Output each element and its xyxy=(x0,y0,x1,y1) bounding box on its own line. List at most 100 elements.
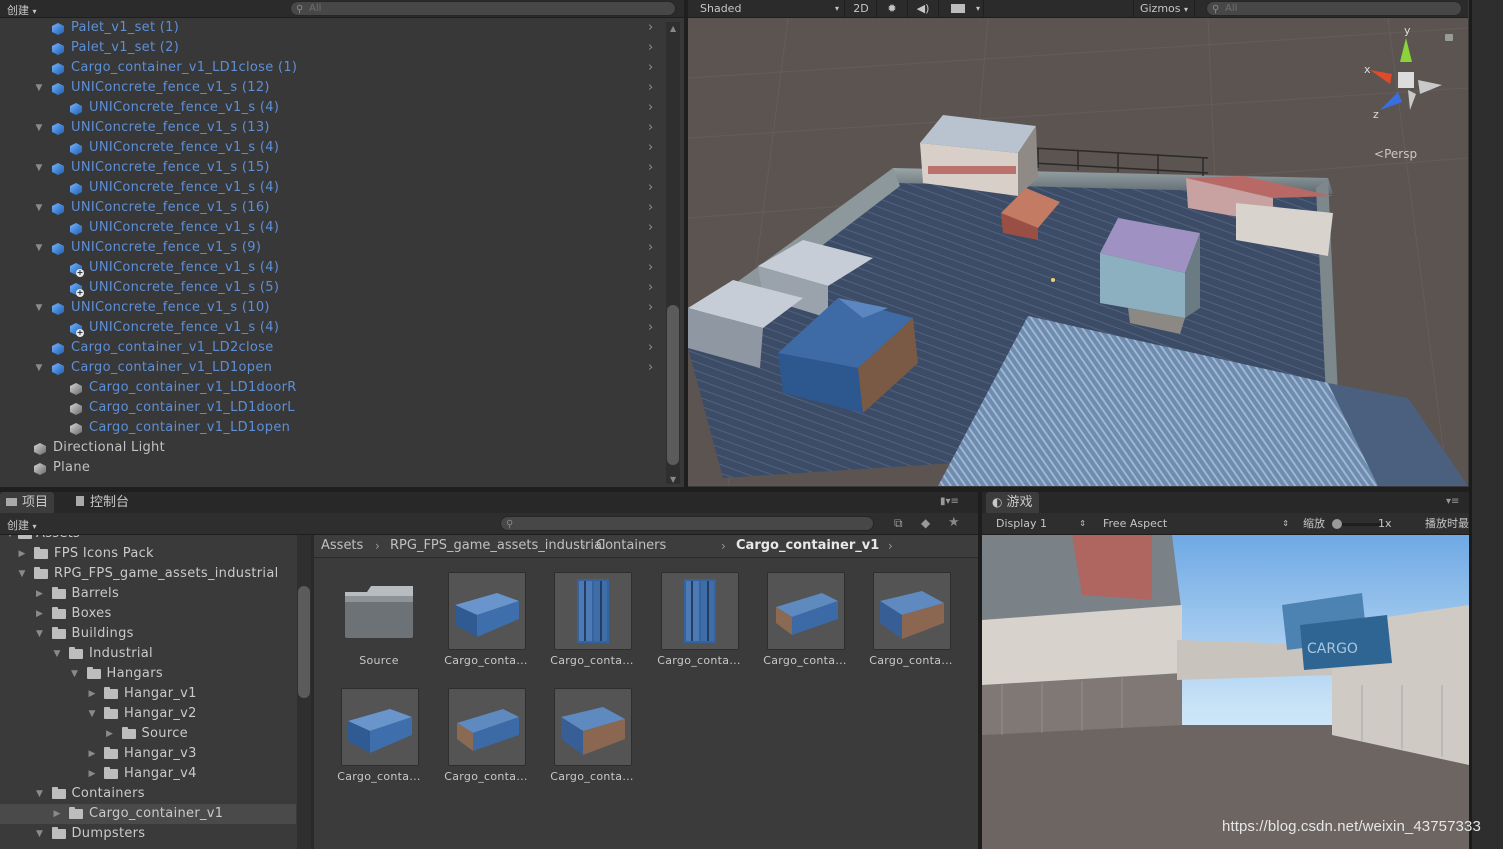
tree-row[interactable]: ▼ Buildings xyxy=(0,624,296,644)
fold-arrow-icon[interactable]: ▶ xyxy=(34,604,46,624)
fold-arrow-icon[interactable]: ▶ xyxy=(86,764,98,784)
scene-lighting-toggle[interactable]: ✹ xyxy=(877,0,908,17)
fold-arrow-icon[interactable]: ▼ xyxy=(34,784,46,804)
breadcrumb-item[interactable]: Containers xyxy=(596,535,666,557)
open-prefab-chevron-icon[interactable]: › xyxy=(648,58,653,78)
fold-arrow-icon[interactable]: ▼ xyxy=(51,644,63,664)
tab-game[interactable]: ◐ 游戏 xyxy=(986,492,1039,513)
open-prefab-chevron-icon[interactable]: › xyxy=(648,338,653,358)
asset-item[interactable]: Cargo_conta... xyxy=(527,674,633,783)
fold-arrow-icon[interactable]: ▶ xyxy=(86,684,98,704)
asset-item[interactable]: Cargo_conta... xyxy=(527,558,633,667)
open-prefab-chevron-icon[interactable]: › xyxy=(648,178,653,198)
hierarchy-create-dropdown[interactable]: 创建 ▾ xyxy=(7,2,37,18)
filter-by-type-icon[interactable]: ⧉ xyxy=(894,516,903,531)
fold-arrow-icon[interactable]: ▶ xyxy=(16,544,28,564)
hierarchy-row[interactable]: Palet_v1_set (1) › xyxy=(0,18,660,38)
hierarchy-row[interactable]: Cargo_container_v1_LD1open xyxy=(0,418,660,438)
hierarchy-row[interactable]: ▼ UNIConcrete_fence_v1_s (12) › xyxy=(0,78,660,98)
hierarchy-row[interactable]: Palet_v1_set (2) › xyxy=(0,38,660,58)
tree-row[interactable]: ▶ FPS Icons Pack xyxy=(0,544,296,564)
hierarchy-row[interactable]: ▼ UNIConcrete_fence_v1_s (10) › xyxy=(0,298,660,318)
tab-console[interactable]: 控制台 xyxy=(70,492,135,513)
open-prefab-chevron-icon[interactable]: › xyxy=(648,118,653,138)
hierarchy-row[interactable]: Cargo_container_v1_LD2close › xyxy=(0,338,660,358)
hierarchy-row[interactable]: UNIConcrete_fence_v1_s (4) › xyxy=(0,178,660,198)
tree-row[interactable]: ▶ Hangar_v4 xyxy=(0,764,296,784)
fold-arrow-icon[interactable]: ▼ xyxy=(34,824,46,844)
open-prefab-chevron-icon[interactable]: › xyxy=(648,198,653,218)
hierarchy-row[interactable]: ▼ Cargo_container_v1_LD1open › xyxy=(0,358,660,378)
open-prefab-chevron-icon[interactable]: › xyxy=(648,298,653,318)
open-prefab-chevron-icon[interactable]: › xyxy=(648,318,653,338)
open-prefab-chevron-icon[interactable]: › xyxy=(648,358,653,378)
fold-arrow-icon[interactable]: ▶ xyxy=(34,584,46,604)
scroll-up-arrow-icon[interactable]: ▲ xyxy=(670,24,676,33)
tree-row[interactable]: ▶ Hangar_v3 xyxy=(0,744,296,764)
hierarchy-search-input[interactable]: ⚲ All xyxy=(290,1,676,16)
toggle-2d-button[interactable]: 2D xyxy=(846,0,877,17)
fold-arrow-icon[interactable]: ▼ xyxy=(86,704,98,724)
hierarchy-row[interactable]: ▼ UNIConcrete_fence_v1_s (9) › xyxy=(0,238,660,258)
fold-arrow-icon[interactable]: ▼ xyxy=(33,358,45,378)
gizmos-dropdown[interactable]: Gizmos ▾ xyxy=(1133,0,1195,17)
hierarchy-row[interactable]: Cargo_container_v1_LD1doorL xyxy=(0,398,660,418)
hierarchy-row[interactable]: Directional Light xyxy=(0,438,660,458)
breadcrumb-item[interactable]: Cargo_container_v1 xyxy=(736,535,879,557)
tree-row[interactable]: ▶ Boxes xyxy=(0,604,296,624)
scale-slider-thumb[interactable] xyxy=(1332,519,1342,529)
open-prefab-chevron-icon[interactable]: › xyxy=(648,38,653,58)
hierarchy-row[interactable]: UNIConcrete_fence_v1_s (4) › xyxy=(0,218,660,238)
persp-toggle[interactable]: <Persp xyxy=(1374,147,1417,161)
display-dropdown[interactable]: Display 1 ⇕ xyxy=(996,513,1086,534)
fold-arrow-icon[interactable]: ▼ xyxy=(33,118,45,138)
open-prefab-chevron-icon[interactable]: › xyxy=(648,158,653,178)
open-prefab-chevron-icon[interactable]: › xyxy=(648,138,653,158)
tree-row[interactable]: ▶ Source xyxy=(0,724,296,744)
open-prefab-chevron-icon[interactable]: › xyxy=(648,218,653,238)
scene-search-input[interactable]: ⚲ All xyxy=(1206,1,1462,16)
scene-orientation-gizmo[interactable]: y x z <Persp xyxy=(1356,24,1456,161)
fold-arrow-icon[interactable]: ▼ xyxy=(33,78,45,98)
tree-row[interactable]: ▼ Hangars xyxy=(0,664,296,684)
fold-arrow-icon[interactable]: ▼ xyxy=(16,564,28,584)
open-prefab-chevron-icon[interactable]: › xyxy=(648,238,653,258)
tab-project[interactable]: 项目 xyxy=(0,492,55,513)
hierarchy-row[interactable]: UNIConcrete_fence_v1_s (4) › xyxy=(0,98,660,118)
scene-audio-toggle[interactable]: ◀) xyxy=(908,0,939,17)
tree-row[interactable]: ▼ Dumpsters xyxy=(0,824,296,844)
tree-row[interactable]: ▼ Containers xyxy=(0,784,296,804)
fold-arrow-icon[interactable]: ▶ xyxy=(51,804,63,824)
fold-arrow-icon[interactable]: ▼ xyxy=(33,158,45,178)
open-prefab-chevron-icon[interactable]: › xyxy=(648,278,653,298)
game-viewport[interactable]: CARGO xyxy=(982,535,1469,849)
hierarchy-row[interactable]: ▼ UNIConcrete_fence_v1_s (13) › xyxy=(0,118,660,138)
filter-by-label-icon[interactable]: ◆ xyxy=(921,516,930,530)
asset-folder[interactable]: Source xyxy=(314,558,420,667)
asset-item[interactable]: Cargo_conta... xyxy=(634,558,740,667)
project-tree-scrollbar-thumb[interactable] xyxy=(298,586,310,698)
lock-icon[interactable] xyxy=(1445,34,1453,41)
hierarchy-row[interactable]: Cargo_container_v1_LD1close (1) › xyxy=(0,58,660,78)
hierarchy-row[interactable]: ▼ UNIConcrete_fence_v1_s (15) › xyxy=(0,158,660,178)
fold-arrow-icon[interactable]: ▼ xyxy=(34,624,46,644)
hierarchy-scrollbar-thumb[interactable] xyxy=(667,305,679,465)
hierarchy-row[interactable]: + UNIConcrete_fence_v1_s (4) › xyxy=(0,318,660,338)
lock-icon[interactable]: ▮▾≡ xyxy=(940,496,959,507)
fold-arrow-icon[interactable]: ▼ xyxy=(69,664,81,684)
open-prefab-chevron-icon[interactable]: › xyxy=(648,258,653,278)
shading-mode-dropdown[interactable]: Shaded ▾ xyxy=(688,0,845,17)
hierarchy-row[interactable]: Plane xyxy=(0,458,660,478)
tree-row[interactable]: ▼ Industrial xyxy=(0,644,296,664)
hierarchy-row[interactable]: + UNIConcrete_fence_v1_s (4) › xyxy=(0,258,660,278)
hierarchy-row[interactable]: Cargo_container_v1_LD1doorR xyxy=(0,378,660,398)
asset-item[interactable]: Cargo_conta... xyxy=(846,558,952,667)
open-prefab-chevron-icon[interactable]: › xyxy=(648,18,653,38)
asset-item[interactable]: Cargo_conta... xyxy=(314,674,420,783)
scroll-down-arrow-icon[interactable]: ▼ xyxy=(670,475,676,484)
tree-row[interactable]: ▼ RPG_FPS_game_assets_industrial xyxy=(0,564,296,584)
tree-row[interactable]: ▶ Hangar_v1 xyxy=(0,684,296,704)
project-search-input[interactable]: ⚲ xyxy=(500,516,874,531)
asset-item[interactable]: Cargo_conta... xyxy=(421,558,527,667)
tree-row[interactable]: ▶ Cargo_container_v1 xyxy=(0,804,296,824)
